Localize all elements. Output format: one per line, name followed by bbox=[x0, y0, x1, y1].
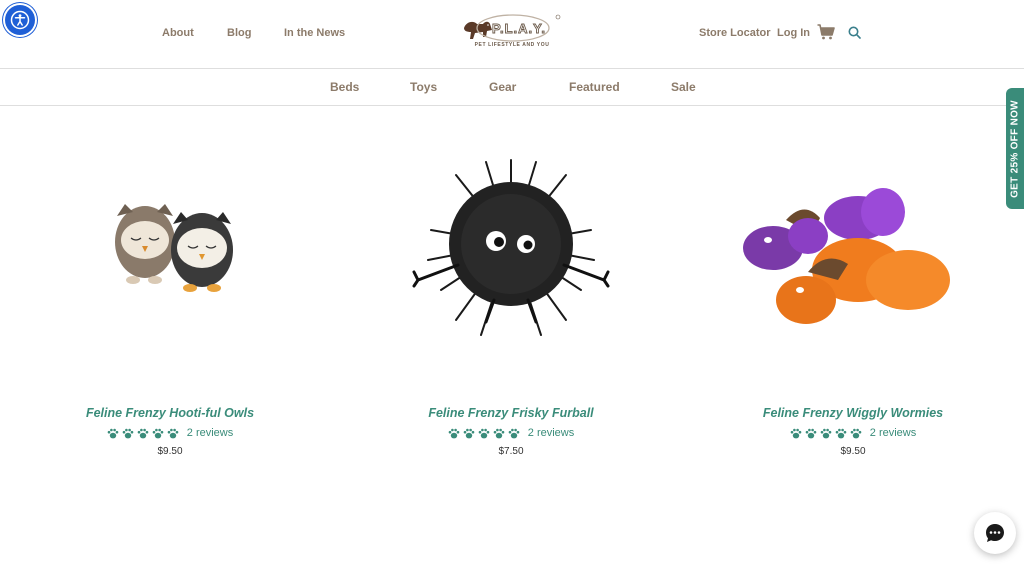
nav-log-in[interactable]: Log In bbox=[777, 27, 810, 39]
discount-promo-tab[interactable]: GET 25% OFF NOW bbox=[1006, 88, 1024, 209]
paw-icon bbox=[137, 428, 149, 438]
reviews-link[interactable]: 2 reviews bbox=[528, 427, 574, 439]
nav-store-locator[interactable]: Store Locator bbox=[699, 27, 771, 39]
paw-icon bbox=[835, 428, 847, 438]
search-icon bbox=[848, 26, 861, 39]
category-nav: Beds Toys Gear Featured Sale bbox=[0, 69, 1024, 106]
product-card: Feline Frenzy Frisky Furball 2 reviews $… bbox=[366, 140, 656, 457]
product-price: $9.50 bbox=[157, 446, 183, 457]
category-sale[interactable]: Sale bbox=[671, 80, 696, 94]
cart-icon bbox=[817, 24, 835, 40]
product-image-owls[interactable] bbox=[25, 140, 315, 370]
paw-icon bbox=[122, 428, 134, 438]
paw-icon bbox=[448, 428, 460, 438]
paw-icon bbox=[850, 428, 862, 438]
paw-icon bbox=[167, 428, 179, 438]
product-title[interactable]: Feline Frenzy Frisky Furball bbox=[366, 406, 656, 420]
chat-icon bbox=[986, 524, 1004, 542]
nav-in-the-news[interactable]: In the News bbox=[284, 27, 345, 39]
category-toys[interactable]: Toys bbox=[410, 80, 437, 94]
product-card: Feline Frenzy Wiggly Wormies 2 reviews $… bbox=[708, 140, 998, 457]
product-title[interactable]: Feline Frenzy Wiggly Wormies bbox=[708, 406, 998, 420]
accessibility-icon bbox=[10, 10, 30, 30]
accessibility-button[interactable] bbox=[5, 5, 35, 35]
site-header: About Blog In the News P.L.A.Y. PET LIFE… bbox=[0, 0, 1024, 69]
nav-blog[interactable]: Blog bbox=[227, 27, 251, 39]
product-price: $9.50 bbox=[840, 446, 866, 457]
nav-about[interactable]: About bbox=[162, 27, 194, 39]
logo-wordmark: P.L.A.Y. bbox=[492, 21, 546, 36]
paw-icon bbox=[463, 428, 475, 438]
paw-icon bbox=[508, 428, 520, 438]
product-rating: 2 reviews bbox=[708, 427, 998, 439]
paw-icon bbox=[820, 428, 832, 438]
chat-button[interactable] bbox=[974, 512, 1016, 554]
category-beds[interactable]: Beds bbox=[330, 80, 359, 94]
category-gear[interactable]: Gear bbox=[489, 80, 516, 94]
paw-icon bbox=[805, 428, 817, 438]
reviews-link[interactable]: 2 reviews bbox=[187, 427, 233, 439]
product-title[interactable]: Feline Frenzy Hooti-ful Owls bbox=[25, 406, 315, 420]
product-card: Feline Frenzy Hooti-ful Owls 2 reviews $… bbox=[25, 140, 315, 457]
site-logo[interactable]: P.L.A.Y. PET LIFESTYLE AND YOU bbox=[461, 12, 563, 56]
cart-button[interactable] bbox=[817, 24, 835, 45]
promo-label: GET 25% OFF NOW bbox=[1009, 99, 1021, 198]
paw-icon bbox=[493, 428, 505, 438]
product-rating: 2 reviews bbox=[25, 427, 315, 439]
logo-tagline: PET LIFESTYLE AND YOU bbox=[474, 42, 550, 48]
paw-icon bbox=[478, 428, 490, 438]
category-featured[interactable]: Featured bbox=[569, 80, 620, 94]
paw-icon bbox=[790, 428, 802, 438]
reviews-link[interactable]: 2 reviews bbox=[870, 427, 916, 439]
search-button[interactable] bbox=[848, 26, 861, 44]
paw-icon bbox=[152, 428, 164, 438]
product-price: $7.50 bbox=[498, 446, 524, 457]
paw-icon bbox=[107, 428, 119, 438]
product-rating: 2 reviews bbox=[366, 427, 656, 439]
product-image-wormies[interactable] bbox=[708, 140, 998, 370]
product-image-furball[interactable] bbox=[366, 140, 656, 370]
